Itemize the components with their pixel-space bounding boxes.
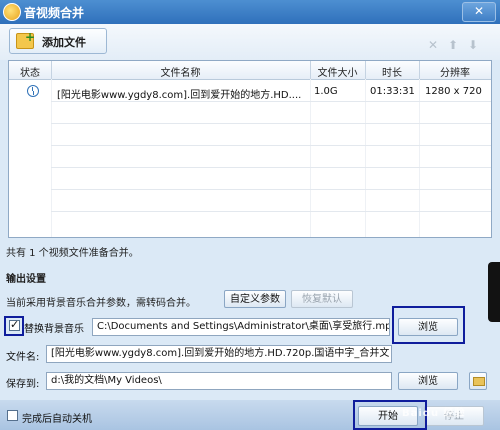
add-file-label: 添加文件 bbox=[42, 36, 86, 49]
highlight-box-browse bbox=[392, 306, 465, 344]
window-edge bbox=[488, 262, 500, 322]
col-size[interactable]: 文件大小 bbox=[310, 64, 365, 79]
merge-window: 音视频合并 ✕ 添加文件 ✕ ⬆ ⬇ 状态 文件名称 文件大小 时长 分辨率 bbox=[0, 0, 500, 430]
toolbar: 添加文件 ✕ ⬆ ⬇ bbox=[0, 24, 500, 60]
row-duration: 01:33:31 bbox=[370, 86, 415, 97]
row-resolution: 1280 x 720 bbox=[425, 86, 482, 97]
row-filename: [阳光电影www.ygdy8.com].回到爱开始的地方.HD.... bbox=[57, 90, 302, 101]
add-folder-icon bbox=[16, 30, 35, 49]
custom-params-button[interactable]: 自定义参数 bbox=[224, 290, 286, 308]
merge-mode-note: 当前采用背景音乐合并参数，需转码合并。 bbox=[6, 298, 196, 309]
filename-label: 文件名: bbox=[6, 352, 40, 363]
toolbar-actions: ✕ ⬆ ⬇ bbox=[428, 38, 488, 52]
music-path-field[interactable]: C:\Documents and Settings\Administrator\… bbox=[92, 318, 390, 336]
delete-icon[interactable]: ✕ bbox=[428, 38, 438, 52]
clock-icon bbox=[27, 85, 39, 97]
col-filename[interactable]: 文件名称 bbox=[51, 64, 310, 79]
auto-shutdown-label: 完成后自动关机 bbox=[22, 414, 92, 425]
save-path-field[interactable]: d:\我的文档\My Videos\ bbox=[46, 372, 392, 390]
col-duration[interactable]: 时长 bbox=[365, 64, 419, 79]
file-count-summary: 共有 1 个视频文件准备合并。 bbox=[6, 248, 139, 259]
filename-field[interactable]: [阳光电影www.ygdy8.com].回到爱开始的地方.HD.720p.国语中… bbox=[46, 345, 392, 363]
file-table[interactable]: 状态 文件名称 文件大小 时长 分辨率 [阳光电影www.ygdy8.com].… bbox=[8, 60, 492, 238]
auto-shutdown-checkbox[interactable] bbox=[7, 410, 18, 421]
replace-music-label: 替换背景音乐 bbox=[24, 324, 84, 335]
row-size: 1.0G bbox=[314, 86, 338, 97]
close-button[interactable]: ✕ bbox=[462, 2, 496, 22]
col-resolution[interactable]: 分辨率 bbox=[419, 64, 491, 79]
title-bar[interactable]: 音视频合并 ✕ bbox=[0, 0, 500, 24]
restore-default-button[interactable]: 恢复默认 bbox=[291, 290, 353, 308]
col-status[interactable]: 状态 bbox=[9, 64, 51, 79]
arrow-down-icon[interactable]: ⬇ bbox=[468, 38, 478, 52]
app-logo-icon bbox=[3, 3, 21, 21]
save-to-label: 保存到: bbox=[6, 379, 40, 390]
watermark: Baidu 经验 bbox=[402, 408, 466, 419]
output-settings-heading: 输出设置 bbox=[6, 274, 46, 285]
table-header: 状态 文件名称 文件大小 时长 分辨率 bbox=[9, 61, 491, 80]
save-browse-button[interactable]: 浏览 bbox=[398, 372, 458, 390]
open-folder-icon[interactable] bbox=[469, 372, 487, 390]
window-title: 音视频合并 bbox=[24, 6, 85, 20]
highlight-box-checkbox bbox=[4, 316, 24, 336]
add-file-button[interactable]: 添加文件 bbox=[9, 28, 107, 54]
arrow-up-icon[interactable]: ⬆ bbox=[448, 38, 458, 52]
